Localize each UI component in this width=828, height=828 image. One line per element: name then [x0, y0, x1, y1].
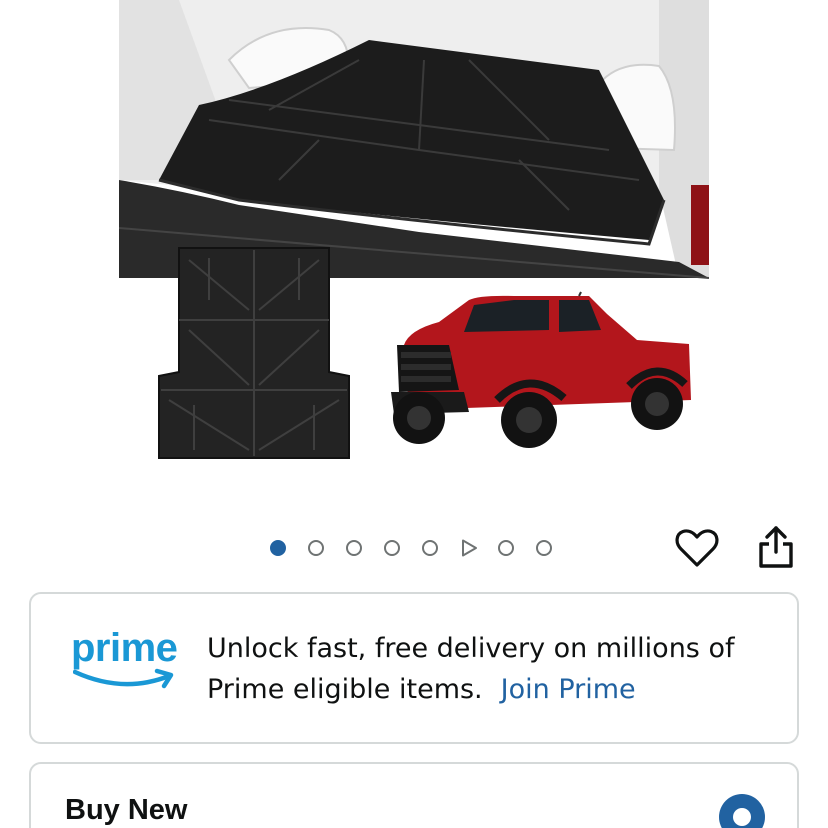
prime-smile-arrow-icon: [73, 668, 174, 689]
carousel-dot-8[interactable]: [536, 540, 552, 556]
image-carousel-indicator: [270, 537, 574, 559]
bed-liner-product-photo: [119, 0, 709, 459]
prime-promo-message: Unlock fast, free delivery on millions o…: [207, 633, 735, 705]
prime-logo: prime: [71, 626, 178, 696]
buy-new-option[interactable]: Buy New: [29, 762, 799, 828]
heart-icon[interactable]: [675, 528, 719, 568]
product-page: prime Unlock fast, free delivery on mill…: [0, 0, 828, 828]
prime-promo-text: Unlock fast, free delivery on millions o…: [207, 628, 777, 710]
share-icon[interactable]: [756, 524, 796, 570]
join-prime-link[interactable]: Join Prime: [501, 674, 636, 705]
prime-promo-card: prime Unlock fast, free delivery on mill…: [29, 592, 799, 744]
carousel-dot-4[interactable]: [384, 540, 400, 556]
carousel-dot-2[interactable]: [308, 540, 324, 556]
carousel-dot-3[interactable]: [346, 540, 362, 556]
red-pickup-truck: [391, 291, 691, 448]
liner-product-render: [158, 247, 350, 459]
carousel-dot-5[interactable]: [422, 540, 438, 556]
buy-new-title: Buy New: [65, 794, 188, 826]
truck-bed-photo: [119, 0, 709, 279]
play-icon[interactable]: [460, 539, 478, 557]
carousel-dot-7[interactable]: [498, 540, 514, 556]
prime-logo-text: prime: [71, 626, 178, 670]
product-gallery-image[interactable]: [119, 0, 709, 468]
radio-selected-indicator: [733, 808, 751, 826]
carousel-dot-1[interactable]: [270, 540, 286, 556]
buy-new-radio[interactable]: [719, 794, 765, 828]
